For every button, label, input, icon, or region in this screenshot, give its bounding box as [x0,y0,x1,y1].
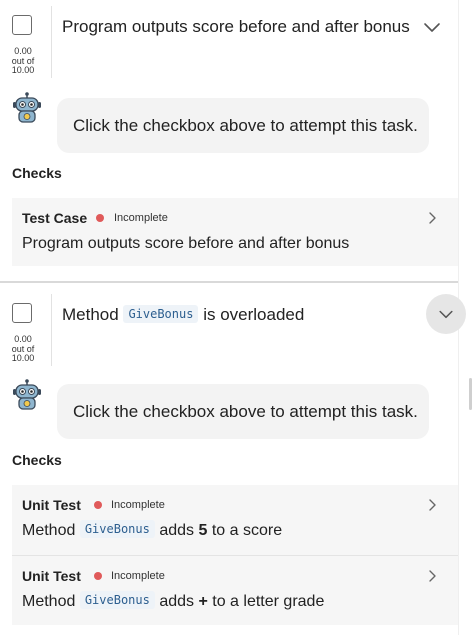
status-dot [96,214,104,222]
task-attempt-checkbox[interactable] [12,15,32,35]
check-type: Unit Test [22,568,81,584]
check-description-code: GiveBonus [79,520,155,538]
status-dot [94,572,102,580]
check-description-mid: adds [159,593,195,610]
task-attempt-checkbox[interactable] [12,303,32,323]
check-description-bold: + [198,593,208,610]
task-title-text: Program outputs score before and after b… [62,17,410,36]
checks-heading: Checks [12,165,62,181]
assistant-avatar [10,378,44,412]
checks-list: Unit Test Incomplete Method GiveBonus ad… [12,485,458,625]
checks-list: Test Case Incomplete Program outputs sco… [12,198,458,266]
expand-task-button[interactable] [420,15,444,39]
task-header-divider [51,6,52,78]
collapse-task-button[interactable] [426,294,466,334]
chevron-right-icon [429,570,436,582]
task-title-suffix: is overloaded [203,305,305,324]
assistant-message: Click the checkbox above to attempt this… [57,98,429,153]
chevron-down-icon [439,310,453,319]
check-description-mid: adds [159,522,195,539]
chevron-down-icon [424,23,440,32]
check-type: Test Case [22,210,88,226]
task-item: 0.00 out of 10.00 Method GiveBonus is ov… [0,283,466,635]
check-description-code: GiveBonus [79,591,155,609]
check-description-suffix: to a letter grade [212,593,325,610]
task-score: 0.00 out of 10.00 [4,334,42,364]
chevron-right-icon [429,499,436,511]
check-description-prefix: Method [22,593,76,610]
check-description: Method GiveBonus adds + to a letter grad… [22,591,325,611]
check-description-prefix: Method [22,522,76,539]
assistant-message: Click the checkbox above to attempt this… [57,384,429,439]
check-description-text: Program outputs score before and after b… [22,235,350,252]
check-description-bold: 5 [198,522,208,539]
task-title: Method GiveBonus is overloaded [62,305,304,325]
scrollbar-thumb[interactable] [469,378,472,410]
robot-avatar-icon [13,379,41,410]
check-item[interactable]: Unit Test Incomplete Method GiveBonus ad… [12,485,458,555]
score-max: 10.00 [11,65,35,75]
task-item: 0.00 out of 10.00 Program outputs score … [0,0,458,283]
task-score: 0.00 out of 10.00 [4,46,42,76]
check-type: Unit Test [22,497,81,513]
task-header-divider [51,294,52,366]
checks-heading: Checks [12,452,62,468]
robot-avatar-icon [13,92,41,123]
check-item[interactable]: Test Case Incomplete Program outputs sco… [12,198,458,266]
check-description-suffix: to a score [211,522,283,539]
task-title-prefix: Method [62,305,119,324]
check-description: Method GiveBonus adds 5 to a score [22,520,283,540]
status-dot [94,501,102,509]
score-max: 10.00 [11,353,35,363]
assistant-avatar [10,91,44,125]
check-status: Incomplete [114,212,168,224]
task-title-code: GiveBonus [123,305,199,323]
task-title: Program outputs score before and after b… [62,17,410,37]
check-item[interactable]: Unit Test Incomplete Method GiveBonus ad… [12,555,458,626]
check-status: Incomplete [111,499,165,511]
chevron-right-icon [429,212,436,224]
check-description: Program outputs score before and after b… [22,235,349,253]
check-status: Incomplete [111,570,165,582]
